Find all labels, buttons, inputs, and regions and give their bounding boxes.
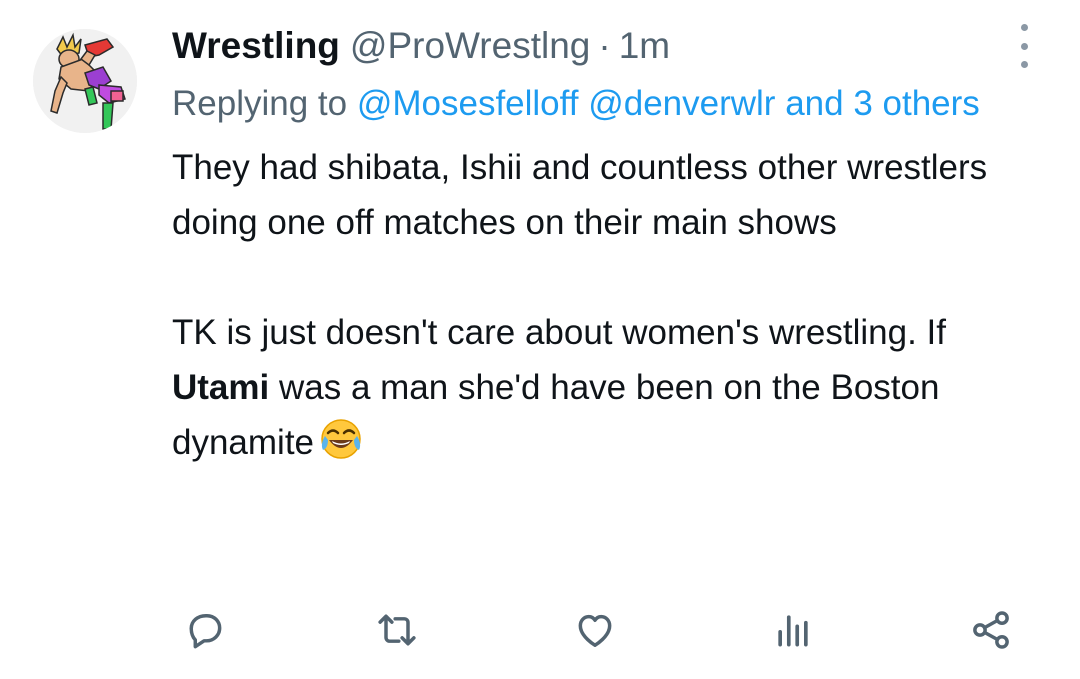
replying-to: Replying to @Mosesfelloff @denverwlr and… bbox=[172, 76, 1042, 132]
avatar[interactable] bbox=[33, 29, 137, 133]
mention-link[interactable]: @denverwlr bbox=[588, 84, 775, 123]
timestamp[interactable]: 1m bbox=[619, 22, 670, 70]
replying-to-label: Replying to bbox=[172, 84, 357, 123]
text-segment: TK is just doesn't care about women's wr… bbox=[172, 313, 946, 352]
more-options-icon[interactable] bbox=[1010, 24, 1038, 68]
tweet-card[interactable]: Wrestling @ProWrestlng · 1m Replying to … bbox=[0, 0, 1080, 679]
others-link[interactable]: and 3 others bbox=[785, 84, 980, 123]
tweet-content: Wrestling @ProWrestlng · 1m Replying to … bbox=[172, 22, 1042, 478]
laughing-tears-emoji-icon bbox=[318, 416, 364, 478]
mention-link[interactable]: @Mosesfelloff bbox=[357, 84, 579, 123]
tweet-actions-bar bbox=[0, 605, 1080, 655]
wrestler-avatar-image bbox=[33, 29, 137, 133]
bold-text: Utami bbox=[172, 368, 270, 407]
text-segment: was a man she'd have been on the Boston … bbox=[172, 368, 940, 462]
separator-dot: · bbox=[598, 25, 611, 66]
retweet-icon[interactable] bbox=[372, 605, 422, 655]
author-handle[interactable]: @ProWrestlng bbox=[350, 22, 590, 70]
tweet-paragraph: TK is just doesn't care about women's wr… bbox=[172, 305, 1042, 478]
views-icon[interactable] bbox=[768, 605, 818, 655]
tweet-body: They had shibata, Ishii and countless ot… bbox=[172, 140, 1042, 478]
share-icon[interactable] bbox=[966, 605, 1016, 655]
like-icon[interactable] bbox=[570, 605, 620, 655]
author-display-name[interactable]: Wrestling bbox=[172, 22, 340, 70]
tweet-paragraph: They had shibata, Ishii and countless ot… bbox=[172, 148, 988, 242]
reply-icon[interactable] bbox=[180, 605, 230, 655]
tweet-header: Wrestling @ProWrestlng · 1m bbox=[172, 22, 1042, 70]
